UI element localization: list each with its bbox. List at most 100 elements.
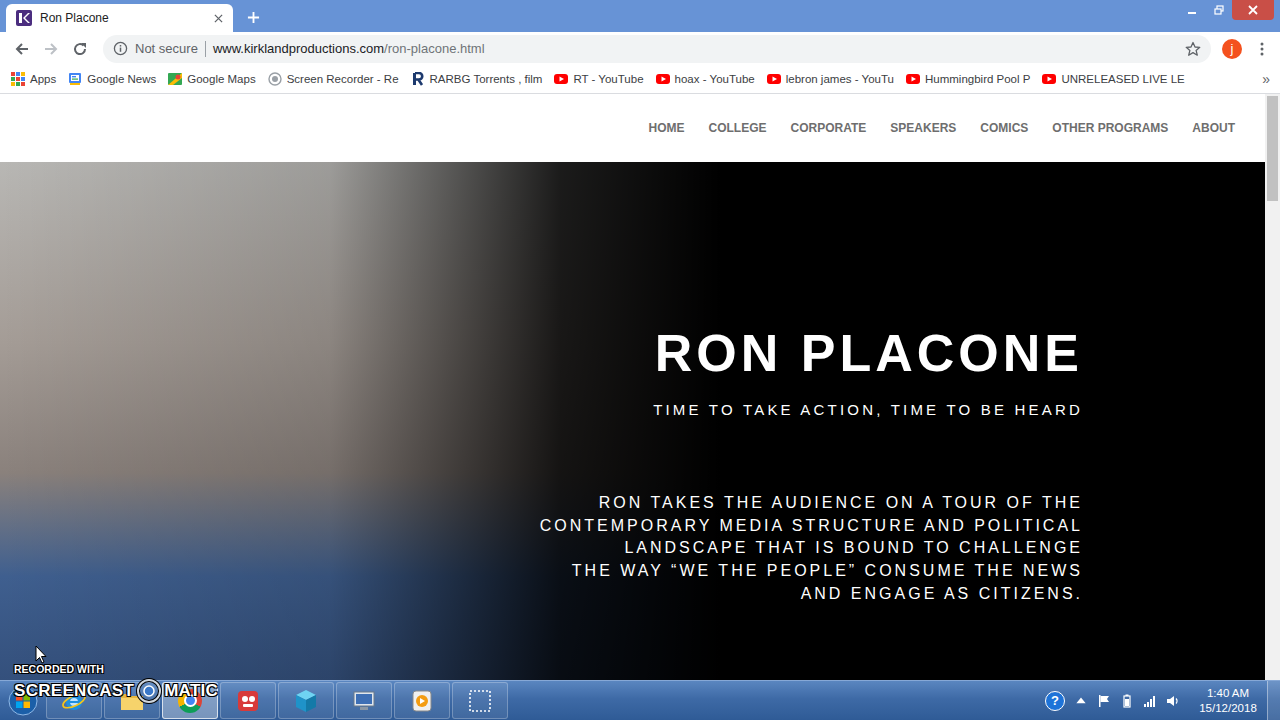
youtube-icon: [767, 72, 781, 86]
browser-tab[interactable]: Ron Placone: [6, 4, 233, 32]
bookmarks-overflow[interactable]: »: [1256, 71, 1276, 87]
hero-description: RON TAKES THE AUDIENCE ON A TOUR OF THEC…: [540, 492, 1083, 606]
hero-tagline: TIME TO TAKE ACTION, TIME TO BE HEARD: [653, 400, 1083, 420]
close-tab-icon[interactable]: [214, 14, 223, 23]
restore-icon: [1214, 5, 1224, 15]
rarbg-icon: [411, 72, 425, 86]
snipping-tool-icon: [467, 688, 493, 714]
page-viewport: HOME COLLEGE CORPORATE SPEAKERS COMICS OTHER …: [0, 94, 1280, 680]
youtube-icon: [554, 72, 568, 86]
bookmark[interactable]: Google Maps: [163, 70, 260, 88]
minimize-icon: [1187, 5, 1197, 15]
bookmark-label: hoax - YouTube: [675, 73, 755, 85]
taskbar-app[interactable]: [220, 682, 276, 719]
volume-icon[interactable]: [1166, 694, 1180, 708]
screencast-o-matic-logo-icon: [136, 678, 162, 704]
system-tray: ? 1:40 AM15/12/2018: [1045, 681, 1267, 720]
bookmark-star-icon[interactable]: [1185, 41, 1201, 57]
restore-button[interactable]: [1205, 0, 1232, 20]
show-desktop-button[interactable]: [1267, 681, 1280, 720]
google-maps-icon: [168, 72, 182, 86]
minimize-button[interactable]: [1178, 0, 1205, 20]
watermark-brand-left: SCREENCAST: [14, 680, 134, 702]
nav-link[interactable]: CORPORATE: [791, 121, 867, 135]
taskbar-app[interactable]: [394, 682, 450, 719]
close-window-button[interactable]: [1232, 0, 1274, 20]
nav-link[interactable]: COMICS: [980, 121, 1028, 135]
nav-link[interactable]: SPEAKERS: [890, 121, 956, 135]
bookmark[interactable]: RT - YouTube: [549, 70, 648, 88]
media-player-icon: [409, 688, 435, 714]
bookmark-label: Hummingbird Pool P: [925, 73, 1030, 85]
bookmark-label: Google Maps: [187, 73, 255, 85]
watermark-brand-right: MATIC: [164, 680, 218, 702]
bookmark[interactable]: Google News: [63, 70, 161, 88]
scrollbar-thumb[interactable]: [1267, 96, 1278, 201]
bookmark-label: Google News: [87, 73, 156, 85]
close-icon: [1248, 5, 1258, 15]
new-tab-plus-icon[interactable]: [247, 11, 260, 24]
web-page: HOME COLLEGE CORPORATE SPEAKERS COMICS OTHER …: [0, 94, 1265, 680]
nav-link[interactable]: ABOUT: [1192, 121, 1235, 135]
nav-link[interactable]: COLLEGE: [708, 121, 766, 135]
bookmark[interactable]: Screen Recorder - Re: [263, 70, 404, 88]
action-center-flag-icon[interactable]: [1097, 694, 1111, 708]
clock[interactable]: 1:40 AM15/12/2018: [1195, 686, 1261, 716]
scrollbar[interactable]: [1265, 94, 1280, 680]
address-bar[interactable]: Not secure www.kirklandproductions.com/ro…: [103, 35, 1211, 63]
bookmark[interactable]: UNRELEASED LIVE LE: [1037, 70, 1189, 88]
bookmarks-bar: Apps Google News Google Maps Screen Recorde…: [0, 65, 1280, 94]
battery-icon[interactable]: [1120, 694, 1134, 708]
screen: Ron Placone Not secure www.kirklandproduct…: [0, 0, 1280, 720]
bookmark[interactable]: Apps: [6, 70, 61, 88]
site-nav: HOME COLLEGE CORPORATE SPEAKERS COMICS OTHER …: [0, 94, 1265, 162]
hero-title: RON PLACONE: [655, 322, 1083, 384]
url-text[interactable]: www.kirklandproductions.com/ron-placone.…: [213, 41, 485, 56]
taskbar-app[interactable]: [336, 682, 392, 719]
youtube-icon: [656, 72, 670, 86]
reload-icon: [72, 41, 88, 57]
google-news-icon: [68, 72, 82, 86]
recording-watermark: RECORDED WITH SCREENCAST MATIC: [14, 662, 218, 704]
clock-time: 1:40 AM: [1207, 686, 1249, 701]
window-controls: [1178, 0, 1274, 20]
info-icon[interactable]: [113, 41, 128, 56]
bookmark[interactable]: RARBG Torrents , film: [406, 70, 548, 88]
clock-date: 15/12/2018: [1199, 701, 1257, 716]
back-button[interactable]: [7, 35, 36, 63]
recorder-app-icon: [235, 688, 261, 714]
show-hidden-icons-arrow-icon[interactable]: [1074, 694, 1088, 708]
reload-button[interactable]: [65, 35, 94, 63]
profile-avatar[interactable]: j: [1222, 39, 1242, 59]
bookmark[interactable]: lebron james - YouTu: [762, 70, 899, 88]
youtube-icon: [1042, 72, 1056, 86]
security-label[interactable]: Not secure: [135, 41, 198, 56]
watermark-caption: RECORDED WITH: [14, 662, 218, 676]
bookmark[interactable]: hoax - YouTube: [651, 70, 760, 88]
browser-toolbar: Not secure www.kirklandproductions.com/ro…: [0, 32, 1280, 65]
bookmark-label: RARBG Torrents , film: [430, 73, 543, 85]
taskbar-app[interactable]: [278, 682, 334, 719]
bookmark-label: lebron james - YouTu: [786, 73, 894, 85]
hero: RON PLACONE TIME TO TAKE ACTION, TIME TO …: [0, 162, 1265, 680]
screen-recorder-icon: [268, 72, 282, 86]
apps-grid-icon: [11, 72, 25, 86]
nav-link[interactable]: OTHER PROGRAMS: [1052, 121, 1168, 135]
back-arrow-icon: [14, 41, 30, 57]
nav-link[interactable]: HOME: [648, 121, 684, 135]
tab-title: Ron Placone: [40, 11, 206, 25]
bookmark-label: Apps: [30, 73, 56, 85]
cube-icon: [293, 688, 319, 714]
help-badge[interactable]: ?: [1045, 691, 1065, 711]
youtube-icon: [906, 72, 920, 86]
bookmark-label: UNRELEASED LIVE LE: [1061, 73, 1184, 85]
bookmark[interactable]: Hummingbird Pool P: [901, 70, 1035, 88]
kirkland-logo-icon: [16, 10, 32, 26]
menu-button[interactable]: [1247, 35, 1276, 63]
mouse-cursor-icon: [35, 645, 47, 664]
tab-strip: Ron Placone: [0, 0, 1280, 32]
signal-icon[interactable]: [1143, 694, 1157, 708]
url-separator: [205, 41, 206, 57]
forward-button[interactable]: [36, 35, 65, 63]
taskbar-app[interactable]: [452, 682, 508, 719]
